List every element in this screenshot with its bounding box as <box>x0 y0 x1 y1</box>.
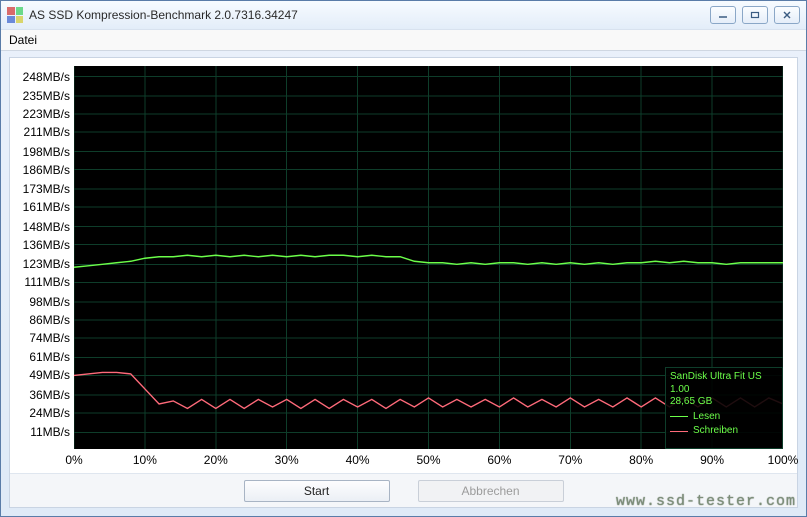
y-tick-label: 211MB/s <box>24 125 70 139</box>
legend-capacity: 28,65 GB <box>670 396 778 409</box>
y-tick-label: 123MB/s <box>23 257 70 271</box>
y-tick-label: 74MB/s <box>29 331 70 345</box>
legend-device: SanDisk Ultra Fit US <box>670 371 778 384</box>
y-tick-label: 24MB/s <box>29 406 70 420</box>
x-axis-labels: 0%10%20%30%40%50%60%70%80%90%100% <box>74 451 783 471</box>
y-tick-label: 136MB/s <box>23 238 70 252</box>
y-tick-label: 98MB/s <box>29 295 70 309</box>
app-window: AS SSD Kompression-Benchmark 2.0.7316.34… <box>0 0 807 517</box>
x-tick-label: 30% <box>275 453 299 467</box>
x-tick-label: 90% <box>700 453 724 467</box>
x-tick-label: 10% <box>133 453 157 467</box>
menubar: Datei <box>1 29 806 51</box>
legend-read-label: Lesen <box>693 411 720 424</box>
x-tick-label: 20% <box>204 453 228 467</box>
y-tick-label: 36MB/s <box>29 388 70 402</box>
x-tick-label: 70% <box>558 453 582 467</box>
legend-write-label: Schreiben <box>693 425 738 438</box>
app-icon <box>7 7 23 23</box>
y-tick-label: 148MB/s <box>23 220 70 234</box>
y-tick-label: 186MB/s <box>23 163 70 177</box>
client-area: SanDisk Ultra Fit US 1.00 28,65 GB Lesen… <box>9 57 798 508</box>
x-tick-label: 0% <box>65 453 82 467</box>
cancel-button[interactable]: Abbrechen <box>418 480 564 502</box>
legend-swatch-write <box>670 431 688 432</box>
y-tick-label: 223MB/s <box>23 107 70 121</box>
y-tick-label: 86MB/s <box>29 313 70 327</box>
y-tick-label: 248MB/s <box>23 70 70 84</box>
x-tick-label: 100% <box>768 453 799 467</box>
legend-swatch-read <box>670 416 688 417</box>
y-axis-labels: 11MB/s 24MB/s 36MB/s 49MB/s 61MB/s 74MB/s 86MB… <box>16 66 74 449</box>
x-tick-label: 50% <box>416 453 440 467</box>
y-tick-label: 111MB/s <box>24 275 70 289</box>
y-tick-label: 235MB/s <box>23 89 70 103</box>
chart: SanDisk Ultra Fit US 1.00 28,65 GB Lesen… <box>10 58 797 473</box>
menu-file[interactable]: Datei <box>9 33 37 47</box>
start-button[interactable]: Start <box>244 480 390 502</box>
minimize-button[interactable] <box>710 6 736 24</box>
x-tick-label: 60% <box>487 453 511 467</box>
y-tick-label: 11MB/s <box>30 425 70 439</box>
window-title: AS SSD Kompression-Benchmark 2.0.7316.34… <box>29 8 298 22</box>
x-tick-label: 40% <box>346 453 370 467</box>
legend-firmware: 1.00 <box>670 384 778 397</box>
legend-box: SanDisk Ultra Fit US 1.00 28,65 GB Lesen… <box>665 367 783 449</box>
y-tick-label: 61MB/s <box>29 350 70 364</box>
plot-area: SanDisk Ultra Fit US 1.00 28,65 GB Lesen… <box>74 66 783 449</box>
x-tick-label: 80% <box>629 453 653 467</box>
y-tick-label: 49MB/s <box>29 368 70 382</box>
maximize-button[interactable] <box>742 6 768 24</box>
button-bar: Start Abbrechen <box>10 473 797 507</box>
y-tick-label: 161MB/s <box>23 200 70 214</box>
y-tick-label: 198MB/s <box>23 145 70 159</box>
close-button[interactable] <box>774 6 800 24</box>
y-tick-label: 173MB/s <box>23 182 70 196</box>
titlebar: AS SSD Kompression-Benchmark 2.0.7316.34… <box>1 1 806 29</box>
